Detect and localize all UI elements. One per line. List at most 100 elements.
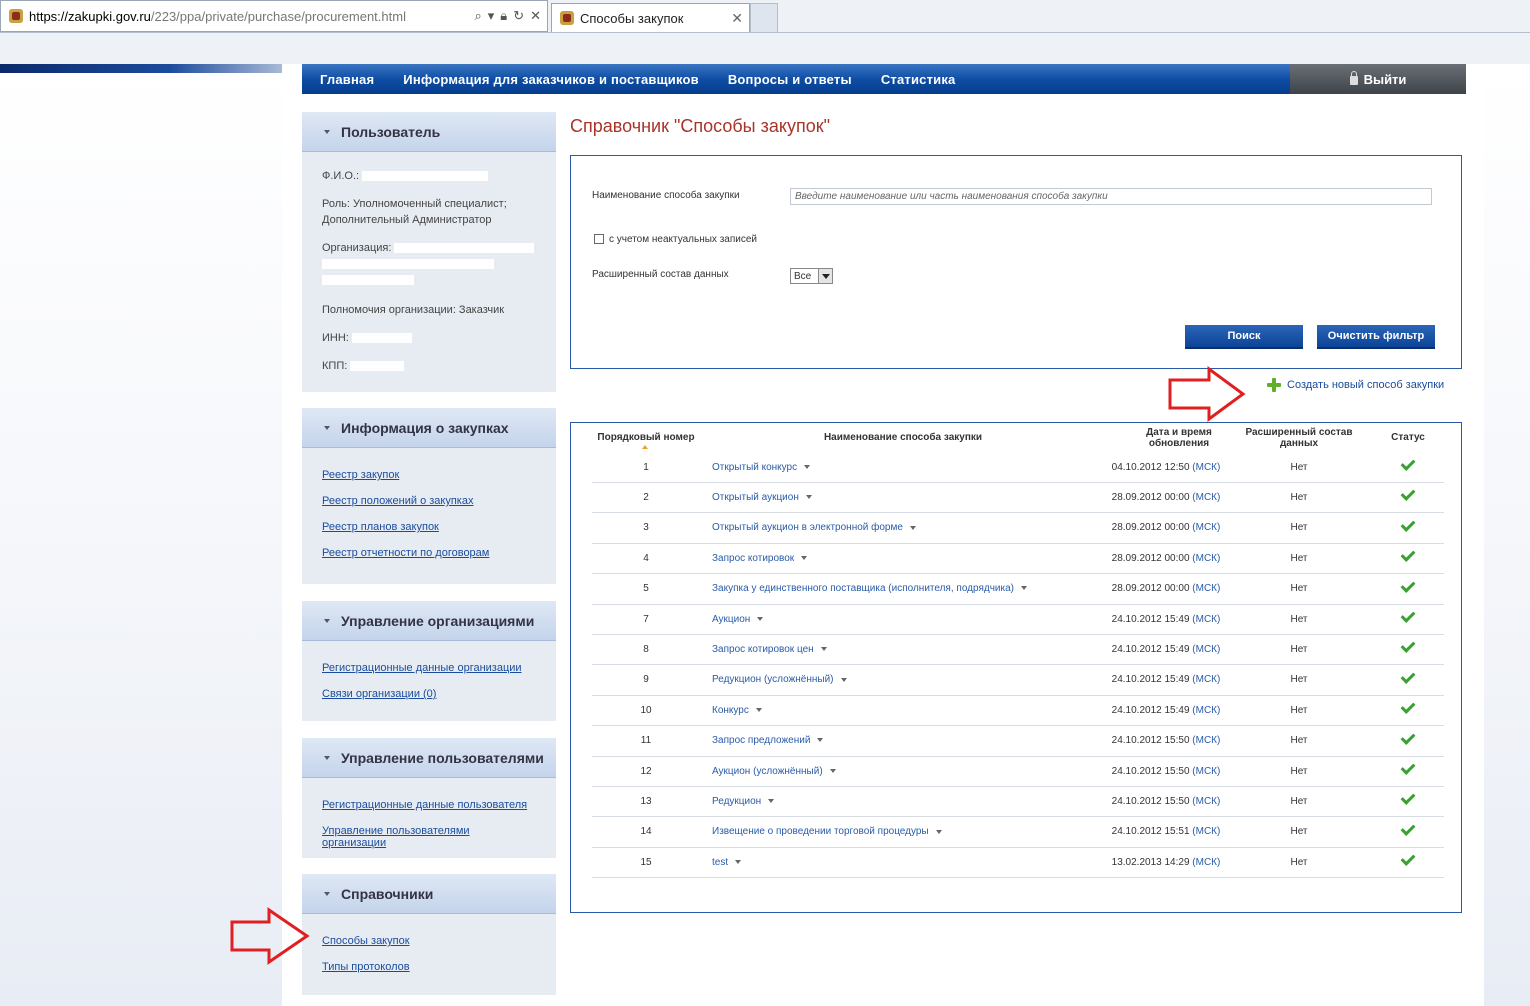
panel-org-mgmt-header[interactable]: Управление организациями: [302, 601, 556, 641]
method-link[interactable]: test: [712, 857, 728, 868]
col-date[interactable]: Дата и время обновления: [1106, 427, 1226, 449]
refresh-icon[interactable]: ↻: [513, 8, 524, 24]
panel-references-header[interactable]: Справочники: [302, 874, 556, 914]
link-org-registration[interactable]: Регистрационные данные организации: [322, 662, 536, 674]
dropdown-icon[interactable]: ▾: [488, 8, 495, 24]
panel-references: Справочники Способы закупок Типы протоко…: [302, 874, 556, 995]
table-row: 14 Извещение о проведении торговой процед…: [592, 817, 1444, 848]
new-tab-button[interactable]: [750, 3, 778, 32]
clear-filter-button[interactable]: Очистить фильтр: [1317, 325, 1435, 349]
col-status[interactable]: Статус: [1372, 432, 1444, 443]
collapse-arrow-icon: [324, 618, 330, 623]
status-check-icon: [1400, 577, 1416, 593]
method-link[interactable]: Открытый аукцион в электронной форме: [712, 522, 903, 533]
method-link[interactable]: Аукцион (усложнённый): [712, 766, 823, 777]
link-org-relations[interactable]: Связи организации (0): [322, 688, 536, 700]
timezone-label: (МСК): [1192, 491, 1221, 503]
search-button[interactable]: Поиск: [1185, 325, 1303, 349]
row-menu-icon[interactable]: [768, 799, 775, 804]
extended-value: Нет: [1290, 674, 1308, 686]
close-tab-icon[interactable]: ✕: [731, 10, 749, 27]
extended-value: Нет: [1290, 704, 1308, 716]
row-menu-icon[interactable]: [820, 647, 827, 652]
create-method-link[interactable]: Создать новый способ закупки: [1267, 378, 1444, 392]
nav-item-home[interactable]: Главная: [320, 72, 374, 87]
row-menu-icon[interactable]: [829, 768, 836, 773]
logout-button[interactable]: Выйти: [1290, 64, 1466, 94]
right-background: [1484, 64, 1530, 1006]
row-menu-icon[interactable]: [757, 616, 764, 621]
method-link[interactable]: Запрос котировок: [712, 553, 794, 564]
table-row: 10 Конкурс 24.10.2012 15:49 (МСК) Нет: [592, 695, 1444, 727]
row-menu-icon[interactable]: [935, 829, 942, 834]
method-link[interactable]: Запрос котировок цен: [712, 644, 814, 655]
table-row: 7 Аукцион 24.10.2012 15:49 (МСК) Нет: [592, 604, 1444, 635]
row-menu-icon[interactable]: [909, 525, 916, 530]
redacted-block: [322, 259, 494, 270]
method-link[interactable]: Извещение о проведении торговой процедур…: [712, 826, 929, 837]
row-menu-icon[interactable]: [805, 495, 812, 500]
method-link[interactable]: Открытый конкурс: [712, 462, 797, 473]
col-number[interactable]: Порядковый номер: [592, 432, 700, 449]
nav-item-info[interactable]: Информация для заказчиков и поставщиков: [403, 72, 699, 87]
link-protocol-types[interactable]: Типы протоколов: [322, 961, 536, 973]
method-link[interactable]: Редукцион (усложнённый): [712, 674, 834, 685]
row-menu-icon[interactable]: [755, 708, 762, 713]
panel-user-mgmt-header[interactable]: Управление пользователями: [302, 738, 556, 778]
nav-item-faq[interactable]: Вопросы и ответы: [728, 72, 852, 87]
annotation-arrow-icon: [230, 907, 310, 965]
panel-purchases-header[interactable]: Информация о закупках: [302, 408, 556, 448]
row-menu-icon[interactable]: [840, 677, 847, 682]
link-org-users[interactable]: Управление пользователями организации: [322, 825, 536, 849]
link-plans-registry[interactable]: Реестр планов закупок: [322, 521, 536, 533]
row-menu-icon[interactable]: [804, 464, 811, 469]
update-date: 24.10.2012 15:50: [1111, 795, 1190, 807]
browser-tab[interactable]: Способы закупок ✕: [551, 3, 750, 32]
link-regulations-registry[interactable]: Реестр положений о закупках: [322, 495, 536, 507]
panel-user-header[interactable]: Пользователь: [302, 112, 556, 152]
nav-item-stats[interactable]: Статистика: [881, 72, 956, 87]
table-row: 3 Открытый аукцион в электронной форме 28.…: [592, 513, 1444, 544]
update-date: 28.09.2012 00:00: [1111, 491, 1190, 503]
table-row: 2 Открытый аукцион 28.09.2012 00:00 (МСК) Н…: [592, 482, 1444, 514]
method-link[interactable]: Запрос предложений: [712, 735, 810, 746]
org-field: Организация:: [322, 240, 536, 256]
search-icon[interactable]: ⌕: [474, 8, 481, 24]
status-check-icon: [1400, 638, 1416, 654]
update-date: 28.09.2012 00:00: [1111, 583, 1190, 595]
chevron-down-icon: [818, 269, 832, 283]
lock-icon[interactable]: 🔒︎: [500, 8, 507, 24]
extended-value: Нет: [1290, 643, 1308, 655]
url-text[interactable]: https://zakupki.gov.ru/223/ppa/private/p…: [29, 9, 474, 24]
timezone-label: (МСК): [1192, 674, 1221, 686]
name-search-input[interactable]: [790, 188, 1432, 205]
method-link[interactable]: Редукцион: [712, 796, 761, 807]
row-menu-icon[interactable]: [801, 556, 808, 561]
redacted-block: [322, 275, 414, 286]
extended-value: Нет: [1290, 826, 1308, 838]
extended-select[interactable]: Все: [790, 268, 833, 284]
method-link[interactable]: Конкурс: [712, 705, 749, 716]
stop-icon[interactable]: ✕: [530, 8, 541, 24]
col-extended[interactable]: Расширенный состав данных: [1226, 427, 1372, 449]
row-menu-icon[interactable]: [1020, 586, 1027, 591]
row-menu-icon[interactable]: [817, 738, 824, 743]
address-bar[interactable]: https://zakupki.gov.ru/223/ppa/private/p…: [0, 0, 548, 32]
link-reports-registry[interactable]: Реестр отчетности по договорам: [322, 547, 536, 559]
inactive-checkbox[interactable]: [594, 234, 604, 244]
method-link[interactable]: Аукцион: [712, 614, 750, 625]
link-user-registration[interactable]: Регистрационные данные пользователя: [322, 799, 536, 811]
method-link[interactable]: Открытый аукцион: [712, 492, 799, 503]
chrome-divider: [0, 32, 1530, 33]
col-name[interactable]: Наименование способа закупки: [700, 432, 1106, 443]
row-menu-icon[interactable]: [735, 860, 742, 865]
table-row: 15 test 13.02.2013 14:29 (МСК) Нет: [592, 847, 1444, 879]
row-number: 15: [640, 856, 652, 868]
link-purchase-registry[interactable]: Реестр закупок: [322, 469, 536, 481]
update-date: 24.10.2012 15:51: [1111, 826, 1190, 838]
table-row: 13 Редукцион 24.10.2012 15:50 (МСК) Нет: [592, 786, 1444, 818]
logout-label: Выйти: [1363, 71, 1407, 87]
link-procurement-methods[interactable]: Способы закупок: [322, 935, 536, 947]
extended-value: Нет: [1290, 856, 1308, 868]
method-link[interactable]: Закупка у единственного поставщика (испо…: [712, 583, 1014, 594]
